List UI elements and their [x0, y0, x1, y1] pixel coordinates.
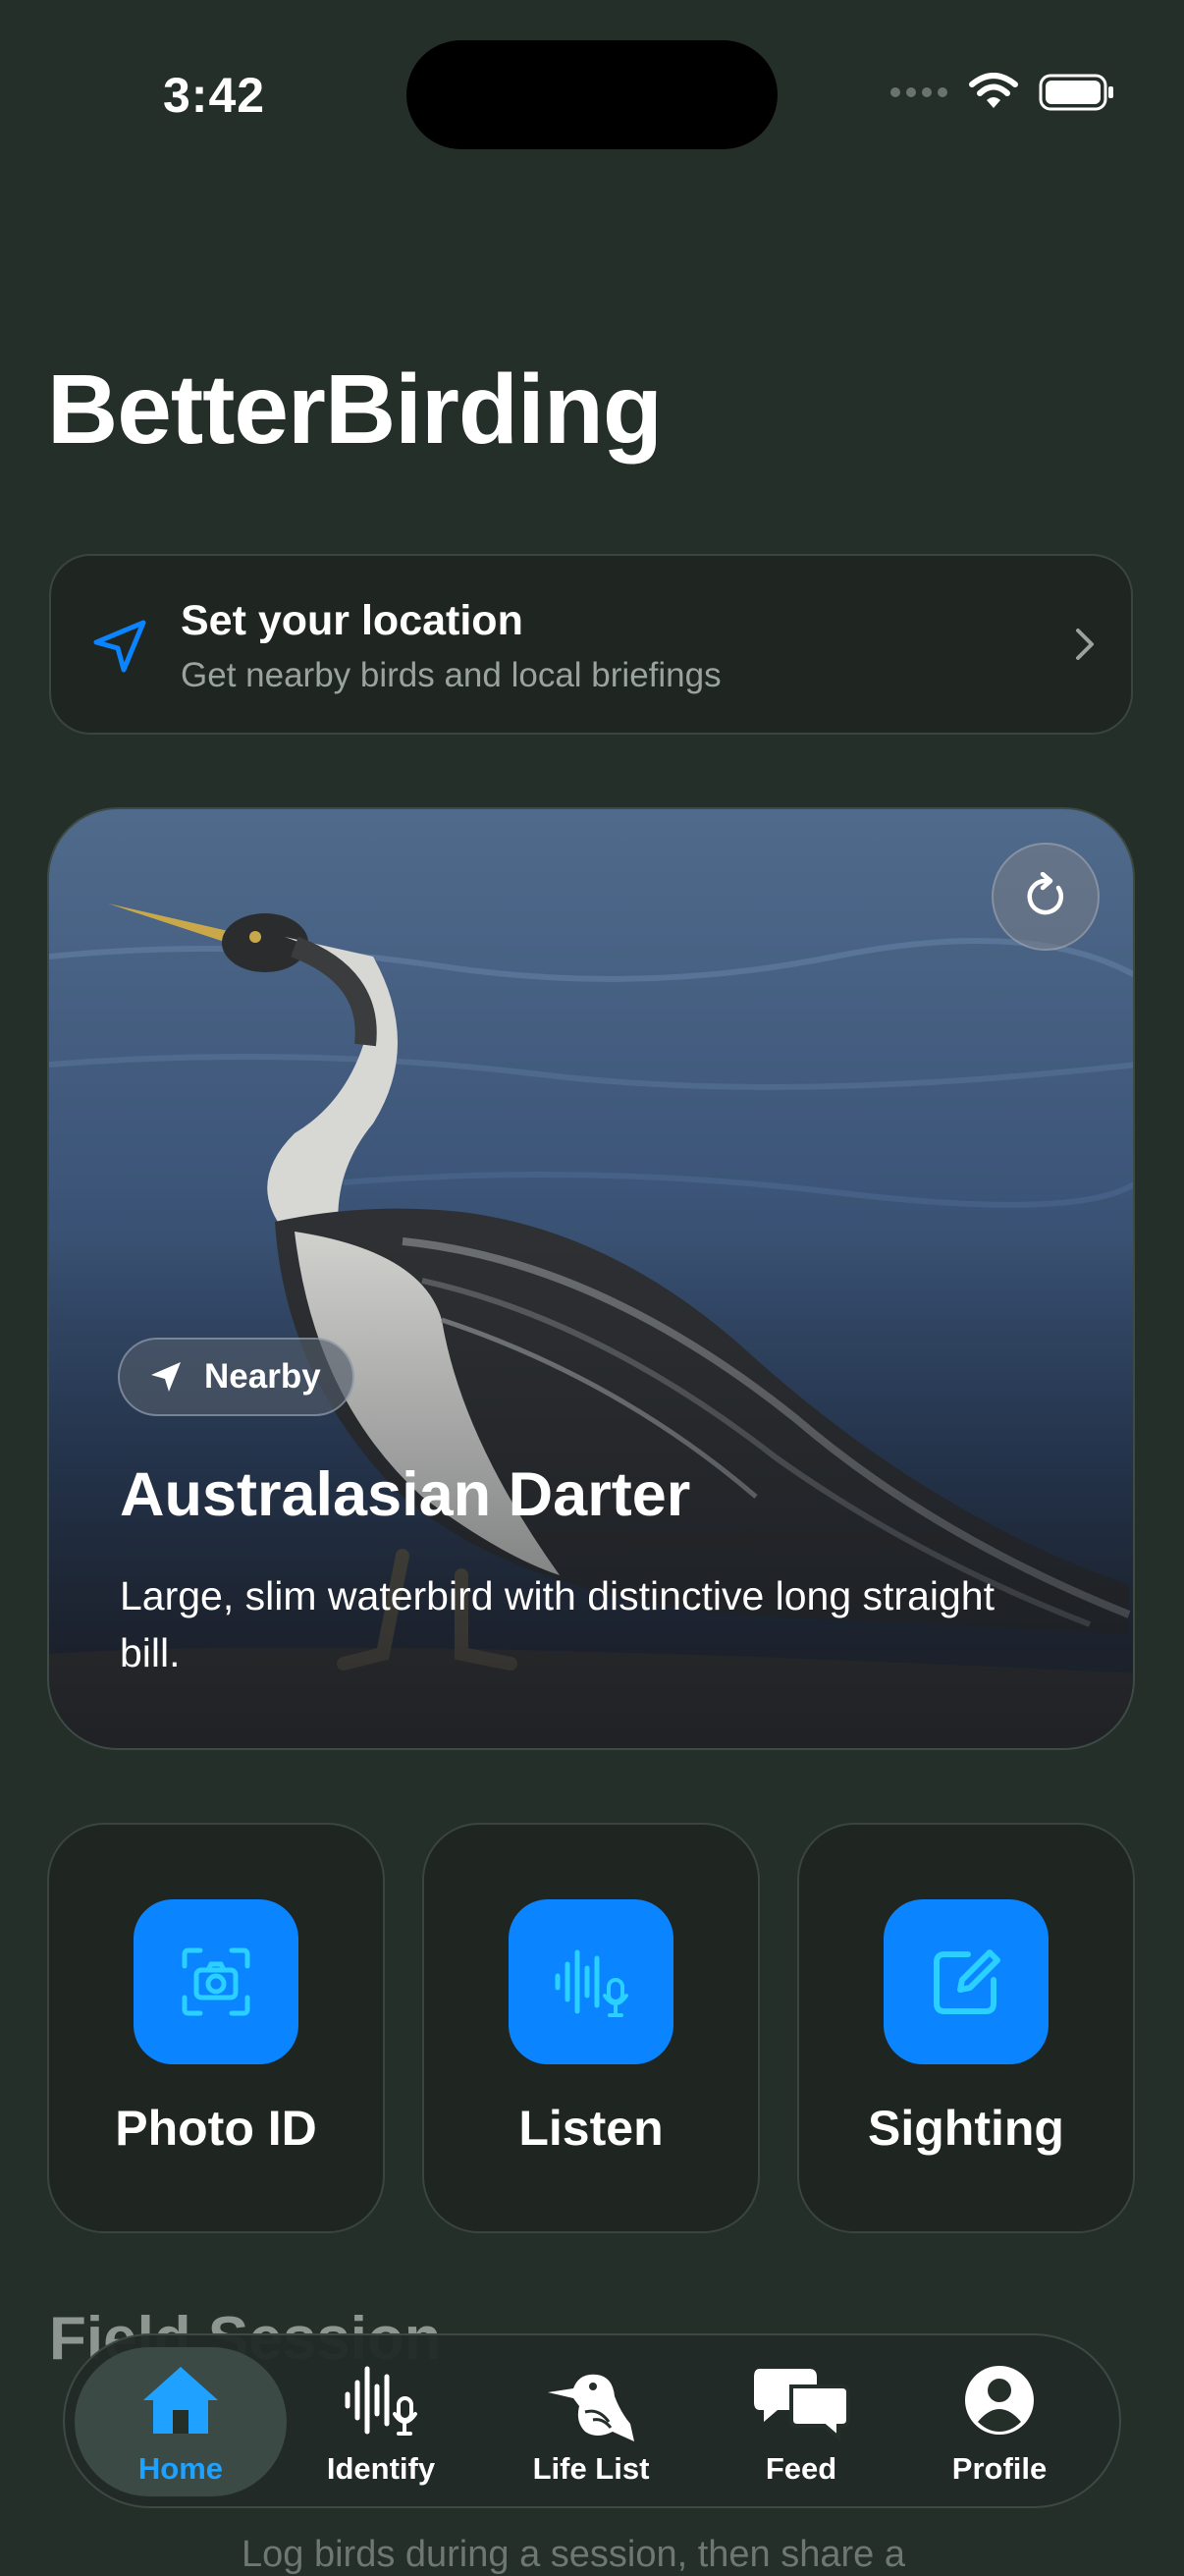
bird-name: Australasian Darter: [120, 1460, 691, 1529]
set-location-card[interactable]: Set your location Get nearby birds and l…: [49, 554, 1133, 735]
dynamic-island: [406, 40, 778, 149]
tab-profile[interactable]: Profile: [901, 2335, 1098, 2506]
tab-feed-label: Feed: [765, 2451, 837, 2486]
signal-icon: [890, 87, 947, 97]
quick-actions: Photo ID Listen Sighting: [47, 1823, 1137, 2233]
location-arrow-icon: [151, 1362, 181, 1392]
refresh-icon: [1027, 872, 1064, 915]
status-time: 3:42: [163, 68, 266, 123]
status-indicators: [889, 73, 1115, 112]
tab-home[interactable]: Home: [82, 2335, 279, 2506]
location-arrow-icon: [93, 620, 146, 673]
waveform-mic-icon: [345, 2366, 417, 2436]
nearby-label: Nearby: [204, 1357, 321, 1396]
wifi-icon: [969, 73, 1018, 108]
tab-life-list[interactable]: Life List: [493, 2335, 689, 2506]
listen-label: Listen: [518, 2101, 664, 2156]
tab-identify-label: Identify: [326, 2451, 436, 2486]
nearby-chip: Nearby: [118, 1338, 354, 1416]
tab-profile-label: Profile: [951, 2451, 1048, 2486]
featured-bird-card[interactable]: Nearby Australasian Darter Large, slim w…: [47, 807, 1135, 1750]
camera-scan-icon: [134, 1899, 298, 2064]
tab-bar: Home Identify Life List Feed Profile: [63, 2333, 1121, 2508]
field-session-description: Log birds during a session, then share a: [242, 2534, 905, 2575]
person-circle-icon: [965, 2366, 1034, 2435]
edit-square-icon: [884, 1899, 1049, 2064]
sighting-button[interactable]: Sighting: [797, 1823, 1135, 2233]
app-title: BetterBirding: [47, 355, 663, 465]
location-subtitle: Get nearby birds and local briefings: [181, 656, 722, 694]
photo-id-button[interactable]: Photo ID: [47, 1823, 385, 2233]
battery-icon: [1039, 74, 1113, 111]
tab-life-list-label: Life List: [532, 2451, 650, 2486]
location-title: Set your location: [181, 597, 523, 644]
kookaburra-icon: [548, 2374, 634, 2441]
chevron-right-icon: [1076, 629, 1094, 660]
sighting-label: Sighting: [868, 2101, 1064, 2156]
tab-home-label: Home: [137, 2451, 224, 2486]
tab-identify[interactable]: Identify: [283, 2335, 479, 2506]
refresh-button[interactable]: [992, 843, 1100, 951]
tab-feed[interactable]: Feed: [703, 2335, 899, 2506]
house-icon: [143, 2367, 218, 2434]
bird-description: Large, slim waterbird with distinctive l…: [120, 1573, 995, 1675]
listen-button[interactable]: Listen: [422, 1823, 760, 2233]
waveform-mic-icon: [509, 1899, 673, 2064]
photo-id-label: Photo ID: [115, 2101, 317, 2156]
chat-bubbles-icon: [754, 2369, 850, 2441]
